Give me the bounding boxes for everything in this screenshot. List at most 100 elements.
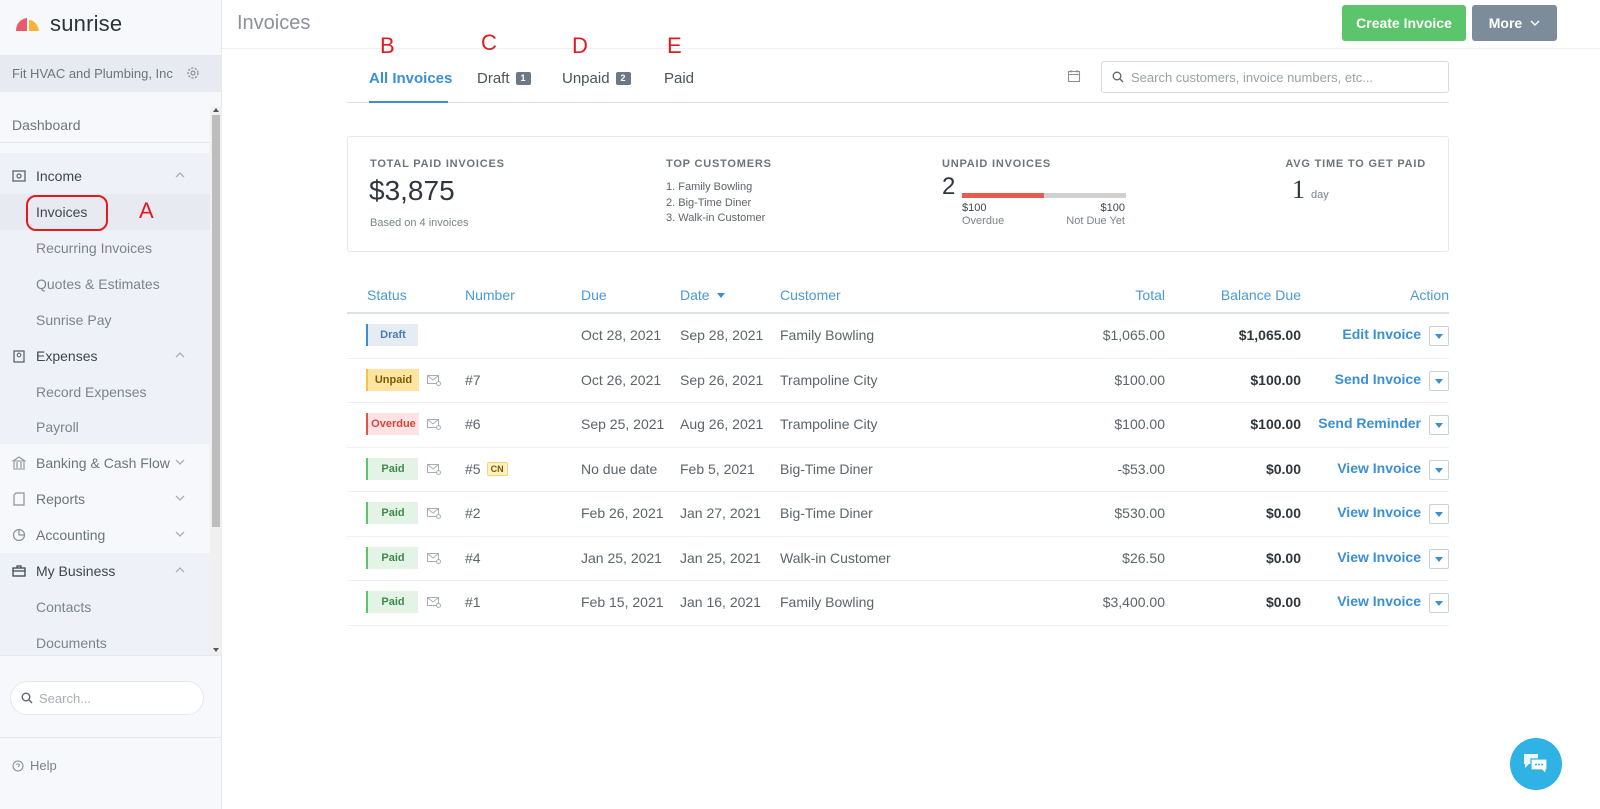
- invoice-total: -$53.00: [1117, 460, 1165, 477]
- annotation-label-d: D: [572, 33, 588, 58]
- tab-unpaid[interactable]: Unpaid 2: [562, 68, 631, 88]
- table-row[interactable]: Paid #1 Feb 15, 2021 Jan 16, 2021 Family Bow…: [347, 581, 1449, 626]
- sidebar-search[interactable]: [10, 681, 204, 715]
- invoice-number-text: #2: [465, 505, 481, 521]
- row-action-link[interactable]: View Invoice: [1337, 460, 1421, 476]
- row-action-link[interactable]: Send Reminder: [1318, 415, 1421, 431]
- column-header-date[interactable]: Date: [680, 287, 726, 303]
- status-badge: Paid: [366, 591, 418, 613]
- gear-icon[interactable]: [186, 66, 200, 80]
- tab-count-badge: 1: [515, 71, 531, 85]
- logo[interactable]: sunrise: [14, 10, 122, 38]
- sidebar-group-income[interactable]: Income: [0, 158, 210, 194]
- tab-draft[interactable]: Draft 1: [477, 68, 531, 88]
- sidebar-group-reports[interactable]: Reports: [0, 481, 210, 517]
- customer-name: Walk-in Customer: [780, 549, 891, 566]
- invoice-search-input[interactable]: [1131, 69, 1431, 85]
- due-date: Sep 25, 2021: [581, 416, 665, 432]
- scroll-up-arrow[interactable]: [213, 108, 219, 112]
- overdue-fill: [962, 193, 1044, 198]
- expenses-icon: [13, 350, 25, 363]
- table-row[interactable]: Unpaid #7 Oct 26, 2021 Sep 26, 2021 Trampoli…: [347, 359, 1449, 403]
- tab-paid[interactable]: Paid: [664, 68, 694, 88]
- sunrise-logo-icon: [16, 18, 39, 31]
- column-header-status[interactable]: Status: [367, 287, 407, 303]
- email-sent-icon: [427, 552, 441, 564]
- sidebar-item-quotes-estimates[interactable]: Quotes & Estimates: [0, 266, 210, 302]
- income-icon: [12, 170, 26, 182]
- sidebar-item-label: Record Expenses: [36, 384, 147, 400]
- column-header-total[interactable]: Total: [1135, 287, 1165, 303]
- more-button[interactable]: More: [1472, 5, 1557, 41]
- sidebar-group-accounting[interactable]: Accounting: [0, 517, 210, 553]
- balance-due: $0.00: [1265, 460, 1301, 477]
- row-action-dropdown[interactable]: [1429, 459, 1449, 480]
- row-action-dropdown[interactable]: [1429, 370, 1449, 391]
- table-row[interactable]: Paid #2 Feb 26, 2021 Jan 27, 2021 Big-Time D…: [347, 492, 1449, 537]
- table-row[interactable]: Paid #5 CN No due date Feb 5, 2021 Big-Time D…: [347, 448, 1449, 492]
- table-row[interactable]: Draft Oct 28, 2021 Sep 28, 2021 Family Bowl…: [347, 314, 1449, 359]
- credit-note-tag: CN: [486, 461, 508, 476]
- sidebar-item-contacts[interactable]: Contacts: [0, 589, 210, 625]
- invoice-number-text: #6: [465, 416, 481, 432]
- invoice-number[interactable]: #1: [465, 594, 481, 610]
- invoice-number[interactable]: #5 CN: [465, 461, 508, 477]
- sidebar-item-label: Dashboard: [12, 117, 81, 133]
- invoice-search[interactable]: [1101, 61, 1449, 93]
- scroll-down-arrow[interactable]: [213, 648, 219, 652]
- row-action-dropdown[interactable]: [1429, 415, 1449, 435]
- invoice-number[interactable]: #4: [465, 550, 481, 566]
- column-header-balance-due[interactable]: Balance Due: [1221, 287, 1301, 303]
- sidebar-search-input[interactable]: [39, 690, 189, 706]
- invoice-total: $3,400.00: [1102, 594, 1165, 610]
- invoice-number[interactable]: #6: [465, 416, 481, 432]
- sidebar-item-dashboard[interactable]: Dashboard: [0, 107, 210, 143]
- chat-button[interactable]: [1510, 738, 1562, 790]
- sidebar-scrollbar[interactable]: [210, 107, 222, 655]
- row-action-link[interactable]: View Invoice: [1337, 504, 1421, 520]
- company-switcher[interactable]: Fit HVAC and Plumbing, Inc: [0, 55, 222, 92]
- balance-due: $0.00: [1265, 594, 1301, 610]
- table-row[interactable]: Overdue #6 Sep 25, 2021 Aug 26, 2021 Trampol…: [347, 403, 1449, 448]
- scrollbar-thumb[interactable]: [212, 115, 220, 527]
- row-action-dropdown[interactable]: [1429, 326, 1449, 346]
- row-action-link[interactable]: View Invoice: [1337, 593, 1421, 609]
- calendar-icon[interactable]: [1067, 69, 1081, 83]
- divider: [222, 48, 1600, 49]
- customer-name: Trampoline City: [780, 416, 878, 432]
- sidebar-group-label: My Business: [36, 563, 116, 579]
- sidebar-group-label: Expenses: [36, 348, 98, 364]
- sidebar-group-banking[interactable]: Banking & Cash Flow: [0, 445, 210, 481]
- sidebar-item-payroll[interactable]: Payroll: [0, 409, 210, 445]
- row-action-dropdown[interactable]: [1429, 593, 1449, 613]
- sidebar-item-documents[interactable]: Documents: [0, 625, 210, 655]
- sidebar-item-recurring-invoices[interactable]: Recurring Invoices: [0, 230, 210, 266]
- column-header-due[interactable]: Due: [581, 287, 607, 303]
- row-action-link[interactable]: View Invoice: [1337, 549, 1421, 565]
- table-row[interactable]: Paid #4 Jan 25, 2021 Jan 25, 2021 Walk-in Cu…: [347, 537, 1449, 581]
- column-header-customer[interactable]: Customer: [780, 287, 841, 303]
- row-action-link[interactable]: Send Invoice: [1335, 371, 1421, 387]
- sidebar-item-sunrise-pay[interactable]: Sunrise Pay: [0, 302, 210, 338]
- help-icon: [12, 759, 24, 772]
- sidebar-group-my-business[interactable]: My Business: [0, 553, 210, 589]
- customer-name: Big-Time Diner: [780, 505, 873, 521]
- sidebar-group-expenses[interactable]: Expenses: [0, 338, 210, 374]
- row-action-dropdown[interactable]: [1429, 548, 1449, 569]
- help-link[interactable]: Help: [12, 758, 57, 773]
- sidebar-group-label: Accounting: [36, 527, 106, 543]
- annotation-label-e: E: [667, 33, 682, 58]
- invoice-number[interactable]: #7: [465, 372, 481, 388]
- column-header-label: Date: [680, 287, 710, 303]
- tab-count-badge: 2: [615, 71, 631, 85]
- create-invoice-button[interactable]: Create Invoice: [1342, 5, 1466, 41]
- total-paid-value: $3,875: [369, 175, 455, 206]
- column-header-number[interactable]: Number: [465, 287, 515, 303]
- summary-card: TOTAL PAID INVOICES $3,875 Based on 4 in…: [347, 136, 1449, 252]
- row-action-dropdown[interactable]: [1429, 504, 1449, 524]
- tab-all-invoices[interactable]: All Invoices: [369, 68, 452, 88]
- sidebar-group-label: Reports: [36, 491, 86, 507]
- sidebar-item-record-expenses[interactable]: Record Expenses: [0, 374, 210, 410]
- invoice-number[interactable]: #2: [465, 505, 481, 521]
- row-action-link[interactable]: Edit Invoice: [1342, 326, 1421, 342]
